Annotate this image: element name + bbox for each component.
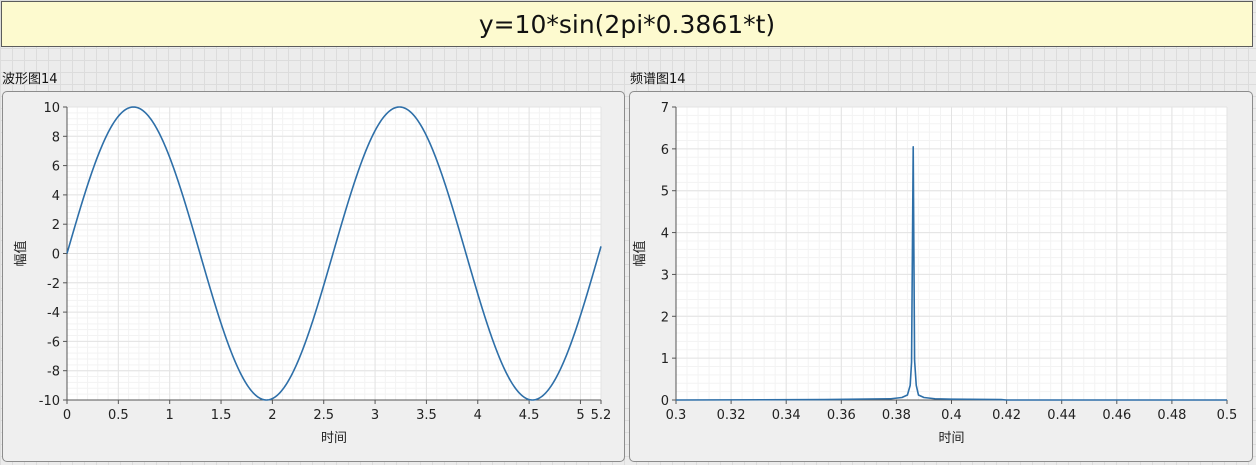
- y-tick-label: 7: [661, 101, 669, 116]
- y-tick-label: 4: [52, 189, 60, 204]
- y-tick-label: 6: [52, 160, 60, 175]
- x-axis-title: 时间: [938, 431, 964, 446]
- x-tick-label: 3: [371, 408, 379, 423]
- waveform-graph-panel: 0 0.5 1 1.5 2 2.5 3 3.5 4 4.5 5 5.2 10 8 6 4 2 0 -2 -4 -6 -8 -…: [2, 91, 625, 462]
- y-tick-label: -8: [47, 365, 60, 380]
- y-tick-label: 8: [52, 130, 60, 145]
- x-tick-label: 0.38: [882, 408, 911, 423]
- y-axis-title: 幅值: [13, 240, 29, 266]
- y-tick-label: 2: [661, 310, 669, 325]
- waveform-chart: 0 0.5 1 1.5 2 2.5 3 3.5 4 4.5 5 5.2 10 8 6 4 2 0 -2 -4 -6 -8 -…: [13, 101, 612, 446]
- x-tick-label: 0.34: [772, 408, 801, 423]
- y-tick-label: 4: [661, 227, 669, 242]
- y-tick-label: -6: [47, 335, 60, 350]
- x-tick-label: 2.5: [313, 408, 334, 423]
- y-tick-label: 0: [661, 394, 669, 409]
- spectrum-graph-caption: 频谱图14: [630, 72, 686, 87]
- x-tick-label: 0.46: [1102, 408, 1131, 423]
- x-tick-label: 0: [63, 408, 71, 423]
- x-tick-label: 0.5: [108, 408, 129, 423]
- x-tick-label: 0.36: [827, 408, 856, 423]
- formula-banner: y=10*sin(2pi*0.3861*t): [1, 1, 1253, 47]
- x-tick-label: 0.3: [666, 408, 687, 423]
- x-tick-label: 0.42: [992, 408, 1021, 423]
- y-axis-title: 幅值: [632, 240, 648, 266]
- x-axis-title: 时间: [321, 431, 347, 446]
- spectrum-graph-panel: 0.3 0.32 0.34 0.36 0.38 0.4 0.42 0.44 0.46 0.48 0.…: [629, 91, 1253, 462]
- y-tick-label: 10: [43, 101, 60, 116]
- y-tick-label: 0: [52, 248, 60, 263]
- x-tick-label: 4.5: [519, 408, 540, 423]
- x-tick-label: 0.32: [717, 408, 746, 423]
- x-tick-label: 5.2: [591, 408, 612, 423]
- waveform-graph-caption: 波形图14: [2, 72, 58, 87]
- x-tick-label: 0.4: [941, 408, 962, 423]
- x-tick-label: 4: [474, 408, 482, 423]
- y-tick-label: -4: [47, 306, 60, 321]
- y-tick-label: -2: [47, 277, 60, 292]
- x-tick-label: 2: [268, 408, 276, 423]
- x-tick-label: 0.5: [1217, 408, 1238, 423]
- y-tick-label: 2: [52, 218, 60, 233]
- y-tick-label: 3: [661, 268, 669, 283]
- x-tick-label: 1: [166, 408, 174, 423]
- spectrum-chart: 0.3 0.32 0.34 0.36 0.38 0.4 0.42 0.44 0.46 0.48 0.…: [632, 101, 1238, 446]
- y-tick-label: 6: [661, 143, 669, 158]
- x-tick-label: 0.48: [1157, 408, 1186, 423]
- x-tick-label: 5: [576, 408, 584, 423]
- y-tick-label: 1: [661, 352, 669, 367]
- y-tick-label: 5: [661, 185, 669, 200]
- y-tick-label: -10: [39, 394, 60, 409]
- x-tick-label: 0.44: [1047, 408, 1076, 423]
- x-tick-label: 3.5: [416, 408, 437, 423]
- formula-text: y=10*sin(2pi*0.3861*t): [478, 9, 776, 39]
- x-tick-label: 1.5: [211, 408, 232, 423]
